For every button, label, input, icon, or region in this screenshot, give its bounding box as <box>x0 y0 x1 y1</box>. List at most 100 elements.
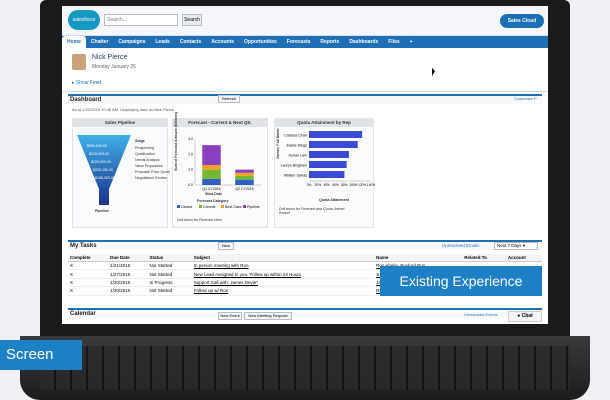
chat-icon: ● <box>517 313 521 319</box>
quota-title: Quota Attainment by Rep <box>275 119 373 127</box>
quota-x-tick: 120% <box>358 183 366 187</box>
forecast-legend-title: Forecast Category <box>197 199 229 203</box>
dashboard-title: Dashboard <box>70 97 102 103</box>
pipeline-caption: Pipeline <box>95 209 109 213</box>
task-subject-link[interactable]: Support Call with: James Devie* <box>191 278 375 288</box>
legend-swatch <box>243 205 246 208</box>
quota-x-tick: 0% <box>307 183 312 187</box>
pipeline-value-4: $203,150.00 <box>93 168 113 172</box>
profile-date: Monday January 26 <box>92 64 136 70</box>
quota-x-tick: 140% <box>367 183 375 187</box>
quota-caption[interactable]: Drill down for Forecast and Quota Joined… <box>279 207 349 215</box>
new-meeting-request-button[interactable]: New Meeting Request <box>244 312 292 320</box>
quota-bar[interactable] <box>309 161 347 168</box>
calendar-title: Calendar <box>70 311 96 317</box>
new-task-button[interactable]: New <box>218 242 234 250</box>
forecast-x-tick: Q1 CY2015 <box>202 187 220 191</box>
task-complete[interactable]: X <box>68 278 109 288</box>
quota-ylabel: Owner: Full Name <box>276 128 280 159</box>
quota-x-tick: 40% <box>324 183 331 187</box>
quota-panel[interactable]: Quota Attainment by Rep Clarissa Chan Ela… <box>274 118 375 228</box>
chat-button[interactable]: ● Chat <box>508 311 542 322</box>
col-complete[interactable]: Complete <box>68 254 109 262</box>
tab-dashboards[interactable]: Dashboards <box>344 36 383 48</box>
quota-rep-label: Kenan Lam <box>289 154 307 158</box>
legend-swatch <box>199 205 202 208</box>
task-complete[interactable]: X <box>68 261 109 271</box>
legend-swatch <box>221 205 224 208</box>
tab-chatter[interactable]: Chatter <box>86 36 114 48</box>
search-button[interactable]: Search <box>182 14 202 26</box>
customize-link[interactable]: Customize P <box>514 96 537 101</box>
legend-swatch <box>177 205 180 208</box>
task-status: In Progress <box>147 278 192 288</box>
col-name[interactable]: Name <box>374 254 463 262</box>
quota-rep-label: Elaine Diego <box>287 144 307 148</box>
salesforce-logo[interactable]: salesforce <box>68 10 100 30</box>
forecast-bar-segment[interactable] <box>235 175 254 180</box>
col-related-to[interactable]: Related To <box>462 254 506 262</box>
sales-pipeline-panel[interactable]: Sales Pipeline $369,630.00 $315,900.00 $… <box>72 118 170 228</box>
task-complete[interactable]: X <box>68 269 109 279</box>
quota-bar[interactable] <box>309 141 358 148</box>
quota-bar[interactable] <box>309 151 349 158</box>
forecast-xlabel: Start Date <box>205 192 222 196</box>
global-header: salesforce Search... Search Sales Cloud <box>62 6 548 36</box>
forecast-bar-segment[interactable] <box>202 165 221 170</box>
forecast-legend-item: Closed <box>177 205 192 209</box>
pipeline-legend-3: Needs Analysis <box>135 158 160 162</box>
task-due: 1/30/2015 <box>108 278 148 288</box>
tab-contacts[interactable]: Contacts <box>175 36 206 48</box>
tab-campaigns[interactable]: Campaigns <box>113 36 150 48</box>
task-status: Not Started <box>147 269 192 279</box>
pipeline-legend-6: Negotiation/ Review <box>135 176 167 180</box>
col-subject[interactable]: Subject <box>191 254 375 262</box>
quota-bar[interactable] <box>309 131 363 138</box>
task-subject-link[interactable]: New Lead Assigned to you. Follow up with… <box>191 269 375 279</box>
tab-forecasts[interactable]: Forecasts <box>282 36 316 48</box>
tab-accounts[interactable]: Accounts <box>206 36 239 48</box>
pipeline-value-1: $369,630.00 <box>87 144 107 148</box>
col-account[interactable]: Account <box>505 254 542 262</box>
app-switcher-button[interactable]: Sales Cloud <box>500 14 544 28</box>
forecast-bar-segment[interactable] <box>202 178 221 185</box>
quota-bar[interactable] <box>309 171 345 178</box>
search-input[interactable]: Search... <box>104 14 178 26</box>
quota-x-tick: 80% <box>341 183 348 187</box>
forecast-bar-segment[interactable] <box>202 145 221 166</box>
forecast-x-tick: Q2 CY2015 <box>235 187 253 191</box>
tab-home[interactable]: Home <box>62 36 86 48</box>
forecast-legend-item: Commit <box>199 205 215 209</box>
quota-x-tick: 20% <box>315 183 322 187</box>
task-due: 1/27/2015 <box>108 269 148 279</box>
forecast-bar-segment[interactable] <box>235 179 254 185</box>
forecast-y-tick: 2.0 <box>188 152 193 156</box>
task-subject-link[interactable]: In person meeting with Ron <box>191 261 375 271</box>
quota-rep-label: Lauren Bingham <box>281 164 307 168</box>
refresh-button[interactable]: Refresh <box>218 95 240 103</box>
tab-add[interactable]: + <box>405 36 418 48</box>
forecast-bar-segment[interactable] <box>235 172 254 176</box>
tab-opportunities[interactable]: Opportunities <box>239 36 282 48</box>
forecast-bar-segment[interactable] <box>235 169 254 173</box>
unresolved-events-link[interactable]: Unresolved Events <box>464 312 498 317</box>
pipeline-legend-4: Value Proposition <box>135 164 163 168</box>
forecast-panel[interactable]: Forecast - Current & Next Qtr. 0.0 1.0 2.0… <box>172 112 268 228</box>
forecast-bar-segment[interactable] <box>202 169 221 179</box>
dashboard-header: Dashboard <box>68 94 542 104</box>
show-feed-link[interactable]: ▸ Show Feed <box>72 80 101 86</box>
avatar[interactable] <box>72 54 86 70</box>
col-due-date[interactable]: Due Date <box>108 254 148 262</box>
tab-leads[interactable]: Leads <box>150 36 174 48</box>
task-subject-link[interactable]: Follow up w/ Ron <box>191 286 375 296</box>
col-status[interactable]: Status <box>147 254 192 262</box>
tab-reports[interactable]: Reports <box>315 36 344 48</box>
task-complete[interactable]: X <box>68 286 109 296</box>
task-range-select[interactable]: Next 7 Days ▾ <box>494 242 538 250</box>
tasks-title: My Tasks <box>70 243 97 249</box>
unresolved-emails-link[interactable]: Unresolved Emails <box>442 243 480 248</box>
show-feed-label: Show Feed <box>75 80 102 86</box>
forecast-caption[interactable]: Drill down for Forecast View <box>177 218 222 222</box>
new-event-button[interactable]: New Event <box>218 312 242 320</box>
tab-files[interactable]: Files <box>383 36 404 48</box>
